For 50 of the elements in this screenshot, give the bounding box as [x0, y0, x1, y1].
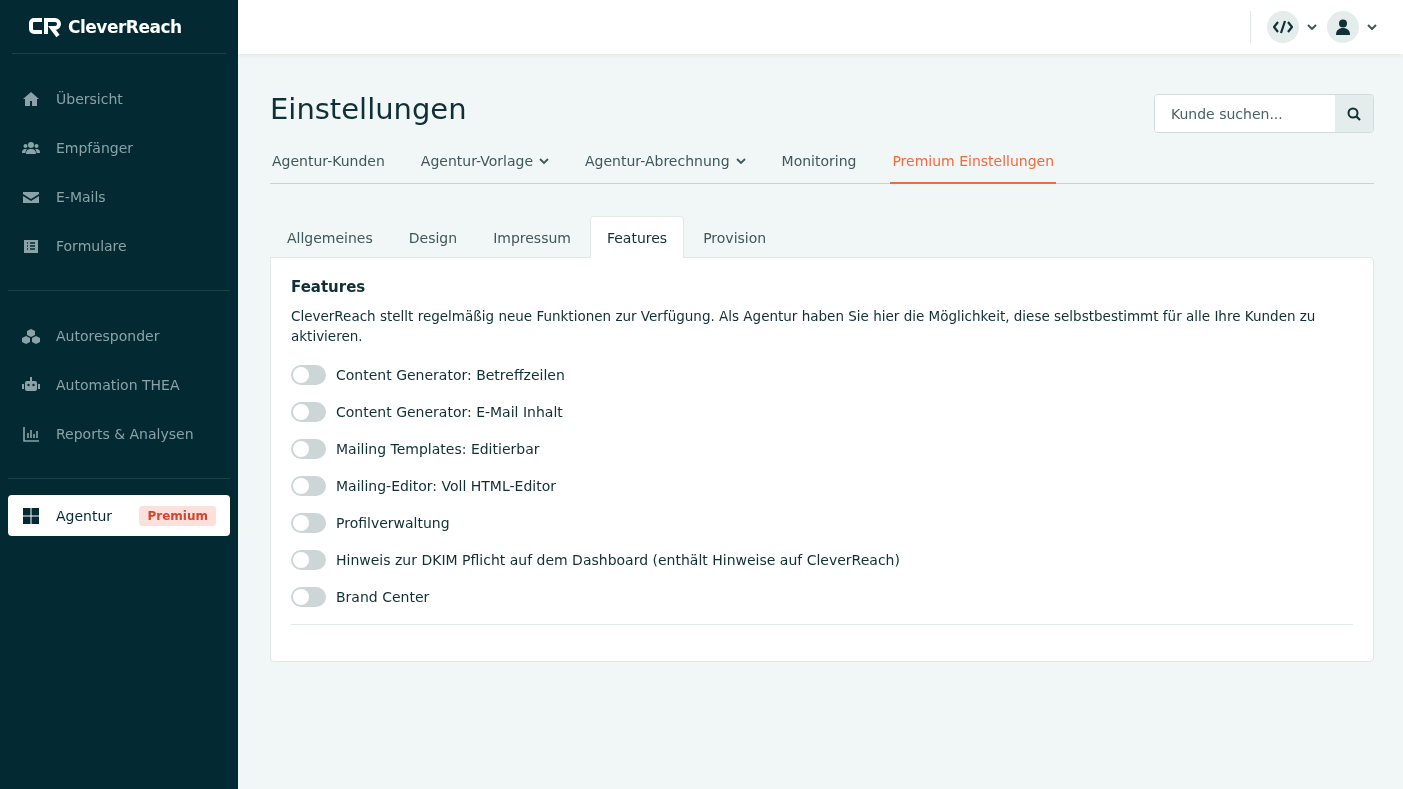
feature-label: Mailing-Editor: Voll HTML-Editor	[336, 477, 556, 494]
nav-tab[interactable]: Agentur-Vorlage	[418, 153, 551, 184]
code-icon	[1273, 20, 1293, 34]
tab[interactable]: Allgemeines	[270, 216, 390, 258]
toggle-switch[interactable]	[291, 401, 326, 422]
premium-badge: Premium	[139, 505, 216, 526]
sidebar-item[interactable]: Übersicht	[8, 74, 230, 123]
toggle-switch[interactable]	[291, 586, 326, 607]
sidebar-item[interactable]: Empfänger	[8, 123, 230, 172]
logo-text: CleverReach	[68, 16, 182, 37]
feature-label: Content Generator: Betreffzeilen	[336, 366, 565, 383]
sidebar-item[interactable]: Automation THEA	[8, 360, 230, 409]
robot-icon	[22, 375, 40, 394]
nav-tab[interactable]: Monitoring	[779, 153, 859, 184]
panel-description: CleverReach stellt regelmäßig neue Funktionen zur Verfügung. Als Agentur haben Sie hier die Möglichkeit, diese selbstbestimmt für alle Ihre Kunden zu aktivieren.	[291, 307, 1317, 346]
toggle-switch[interactable]	[291, 364, 326, 385]
toggle-switch[interactable]	[291, 438, 326, 459]
tab[interactable]: Impressum	[476, 216, 588, 258]
search-button[interactable]	[1335, 95, 1373, 132]
feature-label: Hinweis zur DKIM Pflicht auf dem Dashboard (enthält Hinweise auf CleverReach)	[336, 551, 900, 568]
grid-icon	[22, 506, 40, 525]
code-menu-button[interactable]	[1267, 11, 1317, 43]
page-title: Einstellungen	[270, 92, 467, 126]
nav-tab[interactable]: Agentur-Kunden	[270, 153, 387, 184]
search-field[interactable]: Kunde suchen...	[1154, 94, 1374, 133]
nav-tab[interactable]: Agentur-Abrechnung	[583, 153, 748, 184]
sidebar-item[interactable]: Autoresponder	[8, 311, 230, 360]
feature-label: Brand Center	[336, 588, 430, 605]
panel-heading: Features	[291, 278, 367, 296]
home-icon	[22, 89, 40, 108]
sidebar-item[interactable]: Reports & Analysen	[8, 409, 230, 458]
chevron-down-icon	[1367, 24, 1377, 30]
search-icon	[1347, 106, 1361, 121]
user-icon	[1336, 19, 1350, 35]
cubes-icon	[22, 326, 40, 345]
chevron-down-icon	[1307, 24, 1317, 30]
toggle-switch[interactable]	[291, 475, 326, 496]
user-menu-button[interactable]	[1327, 11, 1377, 43]
tab[interactable]: Provision	[686, 216, 784, 258]
feature-label: Profilverwaltung	[336, 514, 450, 531]
toggle-switch[interactable]	[291, 549, 326, 570]
sidebar-item[interactable]: Agentur Premium	[8, 495, 230, 536]
feature-label: Mailing Templates: Editierbar	[336, 440, 540, 457]
sidebar-item[interactable]: Formulare	[8, 221, 230, 270]
feature-label: Content Generator: E-Mail Inhalt	[336, 403, 563, 420]
tab[interactable]: Features	[589, 216, 685, 258]
bar-chart-icon	[22, 424, 40, 443]
tab[interactable]: Design	[391, 216, 475, 258]
toggle-switch[interactable]	[291, 512, 326, 533]
sidebar-item[interactable]: E-Mails	[8, 172, 230, 221]
